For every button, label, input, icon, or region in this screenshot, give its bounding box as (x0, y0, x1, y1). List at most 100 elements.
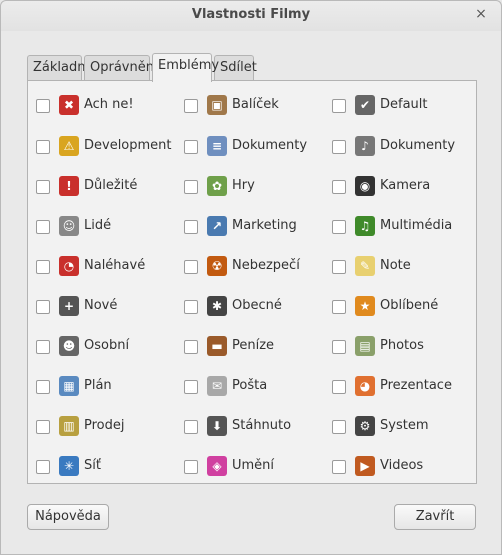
emblem-checkbox[interactable] (184, 460, 198, 474)
document-icon: ≡ (207, 136, 227, 156)
emblem-item[interactable]: ↗ Marketing (184, 216, 324, 240)
emblem-item[interactable]: ✳ Síť (36, 456, 176, 480)
tab-basic[interactable]: Základní (27, 55, 89, 81)
emblem-item[interactable]: ⬇ Stáhnuto (184, 416, 324, 440)
emblem-checkbox[interactable] (184, 220, 198, 234)
emblem-checkbox[interactable] (36, 260, 50, 274)
emblem-checkbox[interactable] (184, 300, 198, 314)
emblem-item[interactable]: ▬ Peníze (184, 336, 324, 360)
plus-icon: + (59, 296, 79, 316)
emblem-label: Prodej (84, 418, 125, 433)
emblem-checkbox[interactable] (332, 180, 346, 194)
video-icon: ▶ (355, 456, 375, 476)
emblem-item[interactable]: ▦ Plán (36, 376, 176, 400)
emblem-checkbox[interactable] (184, 380, 198, 394)
emblem-item[interactable]: ★ Oblíbené (332, 296, 472, 320)
emblem-checkbox[interactable] (184, 260, 198, 274)
cross-icon: ✖ (59, 95, 79, 115)
emblem-label: Plán (84, 378, 112, 393)
emblem-checkbox[interactable] (36, 420, 50, 434)
emblem-item[interactable]: ☢ Nebezpečí (184, 256, 324, 280)
emblem-item[interactable]: ✱ Obecné (184, 296, 324, 320)
emblem-checkbox[interactable] (332, 340, 346, 354)
emblem-checkbox[interactable] (332, 420, 346, 434)
emblem-label: Hry (232, 178, 255, 193)
close-button[interactable]: Zavřít (394, 504, 476, 530)
camera-icon: ◉ (355, 176, 375, 196)
asterisk-icon: ✱ (207, 296, 227, 316)
emblem-item[interactable]: ♫ Multimédia (332, 216, 472, 240)
emblem-label: System (380, 418, 429, 433)
emblem-checkbox[interactable] (184, 140, 198, 154)
emblem-item[interactable]: ▣ Balíček (184, 95, 324, 119)
tab-emblems[interactable]: Emblémy (152, 53, 219, 82)
multimedia-icon: ♫ (355, 216, 375, 236)
emblem-label: Oblíbené (380, 298, 439, 313)
emblem-checkbox[interactable] (332, 99, 346, 113)
emblem-label: Balíček (232, 97, 279, 112)
emblem-checkbox[interactable] (184, 420, 198, 434)
emblem-checkbox[interactable] (332, 380, 346, 394)
emblem-label: Marketing (232, 218, 297, 233)
emblem-item[interactable]: ☻ Osobní (36, 336, 176, 360)
radiation-icon: ☢ (207, 256, 227, 276)
emblem-item[interactable]: ▥ Prodej (36, 416, 176, 440)
exclamation-icon: ! (59, 176, 79, 196)
emblem-item[interactable]: ! Důležité (36, 176, 176, 200)
emblem-checkbox[interactable] (184, 99, 198, 113)
emblem-checkbox[interactable] (36, 140, 50, 154)
emblem-checkbox[interactable] (36, 180, 50, 194)
emblem-item[interactable]: ✔ Default (332, 95, 472, 119)
music-note-icon: ♪ (355, 136, 375, 156)
emblem-checkbox[interactable] (36, 460, 50, 474)
emblem-item[interactable]: ◕ Prezentace (332, 376, 472, 400)
emblem-item[interactable]: ◉ Kamera (332, 176, 472, 200)
emblem-item[interactable]: ☺ Lidé (36, 216, 176, 240)
note-icon: ✎ (355, 256, 375, 276)
emblem-label: Multimédia (380, 218, 453, 233)
emblem-checkbox[interactable] (184, 180, 198, 194)
emblem-checkbox[interactable] (36, 340, 50, 354)
tab-share[interactable]: Sdílet (214, 55, 257, 81)
emblem-checkbox[interactable] (36, 99, 50, 113)
emblem-label: Pošta (232, 378, 268, 393)
emblem-checkbox[interactable] (36, 220, 50, 234)
network-icon: ✳ (59, 456, 79, 476)
emblem-item[interactable]: + Nové (36, 296, 176, 320)
person-icon: ☻ (59, 336, 79, 356)
emblem-item[interactable]: ▤ Photos (332, 336, 472, 360)
emblem-item[interactable]: ⚠ Development (36, 136, 176, 160)
emblem-item[interactable]: ✿ Hry (184, 176, 324, 200)
emblem-item[interactable]: ✖ Ach ne! (36, 95, 176, 119)
games-icon: ✿ (207, 176, 227, 196)
emblem-item[interactable]: ◔ Naléhavé (36, 256, 176, 280)
package-icon: ▣ (207, 95, 227, 115)
tab-permissions[interactable]: Oprávnění (84, 55, 158, 81)
emblem-item[interactable]: ✉ Pošta (184, 376, 324, 400)
emblem-checkbox[interactable] (332, 220, 346, 234)
emblem-checkbox[interactable] (332, 460, 346, 474)
help-button[interactable]: Nápověda (27, 504, 109, 530)
emblem-checkbox[interactable] (332, 260, 346, 274)
close-icon[interactable]: × (473, 6, 489, 22)
emblem-checkbox[interactable] (184, 340, 198, 354)
emblem-checkbox[interactable] (36, 300, 50, 314)
title-bar[interactable]: Vlastnosti Filmy × (1, 1, 501, 31)
gear-icon: ⚙ (355, 416, 375, 436)
emblem-label: Kamera (380, 178, 431, 193)
emblem-checkbox[interactable] (36, 380, 50, 394)
emblem-checkbox[interactable] (332, 140, 346, 154)
construction-icon: ⚠ (59, 136, 79, 156)
emblem-item[interactable]: ◈ Umění (184, 456, 324, 480)
emblem-item[interactable]: ✎ Note (332, 256, 472, 280)
emblem-item[interactable]: ≡ Dokumenty (184, 136, 324, 160)
presentation-icon: ◕ (355, 376, 375, 396)
emblem-item[interactable]: ▶ Videos (332, 456, 472, 480)
emblem-label: Nebezpečí (232, 258, 300, 273)
emblem-label: Důležité (84, 178, 138, 193)
emblem-checkbox[interactable] (332, 300, 346, 314)
emblem-item[interactable]: ♪ Dokumenty (332, 136, 472, 160)
emblem-item[interactable]: ⚙ System (332, 416, 472, 440)
emblem-label: Obecné (232, 298, 282, 313)
emblem-label: Lidé (84, 218, 112, 233)
